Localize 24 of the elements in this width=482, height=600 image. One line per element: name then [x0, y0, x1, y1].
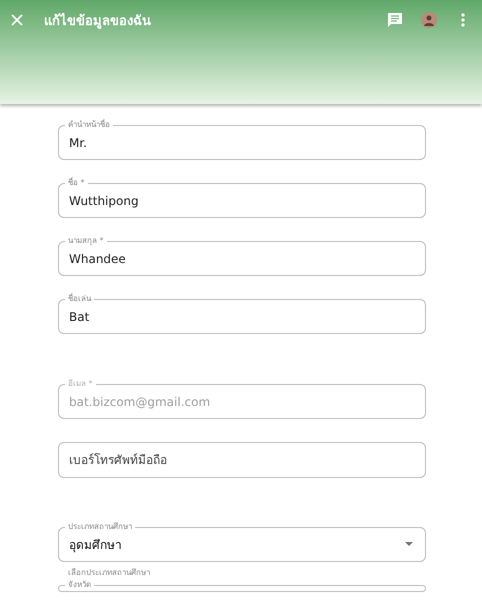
field-label: ชื่อเล่น: [67, 293, 92, 305]
page-title: แก้ไขข้อมูลของฉัน: [44, 12, 151, 30]
field-placeholder: เบอร์โทรศัพท์มือถือ: [69, 452, 168, 469]
input-field[interactable]: เบอร์โทรศัพท์มือถือ: [58, 442, 426, 478]
input-field[interactable]: จังหวัด: [58, 579, 426, 592]
field-label: จังหวัด: [67, 579, 92, 591]
input-field[interactable]: คำนำหน้าชื่อ Mr.: [58, 119, 426, 160]
field-label: ชื่อ *: [67, 177, 86, 189]
field-value: Wutthipong: [69, 193, 140, 210]
dropdown-caret-icon: [405, 542, 413, 546]
field-value: Whandee: [69, 251, 127, 268]
field-value: bat.bizcom@gmail.com: [69, 394, 212, 411]
field-label: นามสกุล *: [67, 235, 105, 247]
select-field[interactable]: ประเภทสถานศึกษา อุดมศึกษา: [58, 521, 426, 562]
input-field[interactable]: นามสกุล * Whandee: [58, 235, 426, 276]
field-value: Bat: [69, 309, 90, 326]
input-field[interactable]: ชื่อ * Wutthipong: [58, 177, 426, 218]
field-label: อีเมล *: [67, 378, 94, 390]
input-field[interactable]: ชื่อเล่น Bat: [58, 293, 426, 334]
select-value: อุดมศึกษา: [69, 536, 123, 554]
field-label: ประเภทสถานศึกษา: [67, 521, 133, 533]
field-hint: เลือกประเภทสถานศึกษา: [67, 567, 151, 579]
field-label: คำนำหน้าชื่อ: [67, 119, 111, 131]
field-value: Mr.: [69, 135, 88, 152]
